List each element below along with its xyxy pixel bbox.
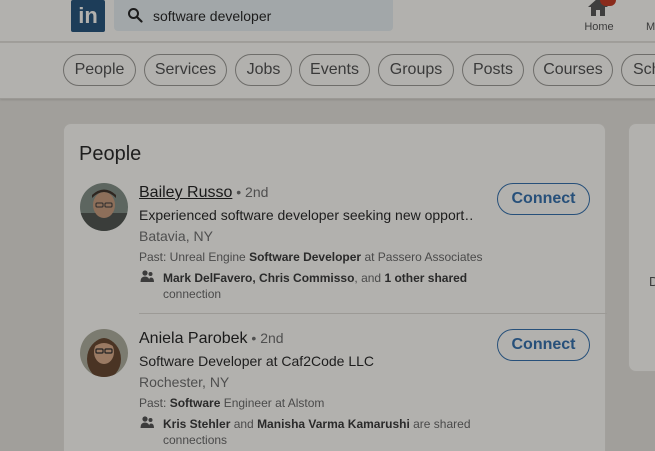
list-item: Aniela Parobek • 2nd Software Developer … [64,270,607,447]
nav-me-label[interactable]: M [646,21,655,33]
avatar-photo-icon [80,183,128,231]
nav-home-label: Home [584,21,614,33]
past-prefix: Past: [139,396,170,410]
right-side-panel: D [628,123,655,372]
side-panel-text: D [649,274,655,289]
notification-badge [600,0,616,6]
person-headline: Software Developer at Caf2Code LLC [139,353,375,369]
past-prefix: Past: Unreal Engine [139,250,250,264]
connect-button[interactable]: Connect [497,329,590,361]
past-suffix: Engineer at Alstom [220,396,325,410]
filter-posts[interactable]: Posts [462,54,524,86]
filter-schools[interactable]: Sch [621,54,655,86]
search-input[interactable]: software developer [114,0,393,31]
past-highlight: Software Developer [249,250,362,264]
person-location: Rochester, NY [139,374,230,390]
search-filter-bar: People Services Jobs Events Groups Posts… [0,43,655,99]
search-icon [128,8,143,23]
person-name-line: Bailey Russo • 2nd [139,184,268,202]
filter-people[interactable]: People [63,54,136,86]
avatar-photo-icon [80,329,128,377]
connection-degree: • 2nd [232,184,269,200]
shared-connections[interactable]: Kris Stehler and Manisha Varma Kamarushi… [163,416,483,448]
past-suffix: at Passero Associates [361,250,483,264]
linkedin-logo-icon[interactable]: in [71,0,105,32]
shared-mid: and [230,417,258,431]
avatar[interactable] [80,329,128,377]
filter-courses[interactable]: Courses [533,54,613,86]
people-results-card: People Bailey Russo • 2nd Experienced so… [63,123,607,451]
shared-connections-icon [140,416,154,428]
avatar[interactable] [80,183,128,231]
past-highlight: Software [169,396,221,410]
top-navigation-bar: in software developer Home M [0,0,655,42]
person-location: Batavia, NY [139,228,213,244]
connect-button[interactable]: Connect [497,183,590,215]
person-name-link[interactable]: Bailey Russo [139,184,232,201]
filter-events[interactable]: Events [299,54,370,86]
person-past-role: Past: Unreal Engine Software Developer a… [139,250,483,264]
search-value[interactable]: software developer [153,8,271,24]
person-name-line: Aniela Parobek • 2nd [139,330,284,348]
person-past-role: Past: Software Engineer at Alstom [139,396,324,410]
shared-names: Kris Stehler [163,417,231,431]
filter-jobs[interactable]: Jobs [235,54,292,86]
person-name-link[interactable]: Aniela Parobek [139,330,248,347]
list-item: Bailey Russo • 2nd Experienced software … [64,124,607,301]
shared-count: Manisha Varma Kamarushi [257,417,410,431]
person-headline: Experienced software developer seeking n… [139,207,475,223]
filter-services[interactable]: Services [144,54,227,86]
connection-degree: • 2nd [247,330,284,346]
nav-home[interactable]: Home [578,0,620,40]
filter-groups[interactable]: Groups [378,54,454,86]
